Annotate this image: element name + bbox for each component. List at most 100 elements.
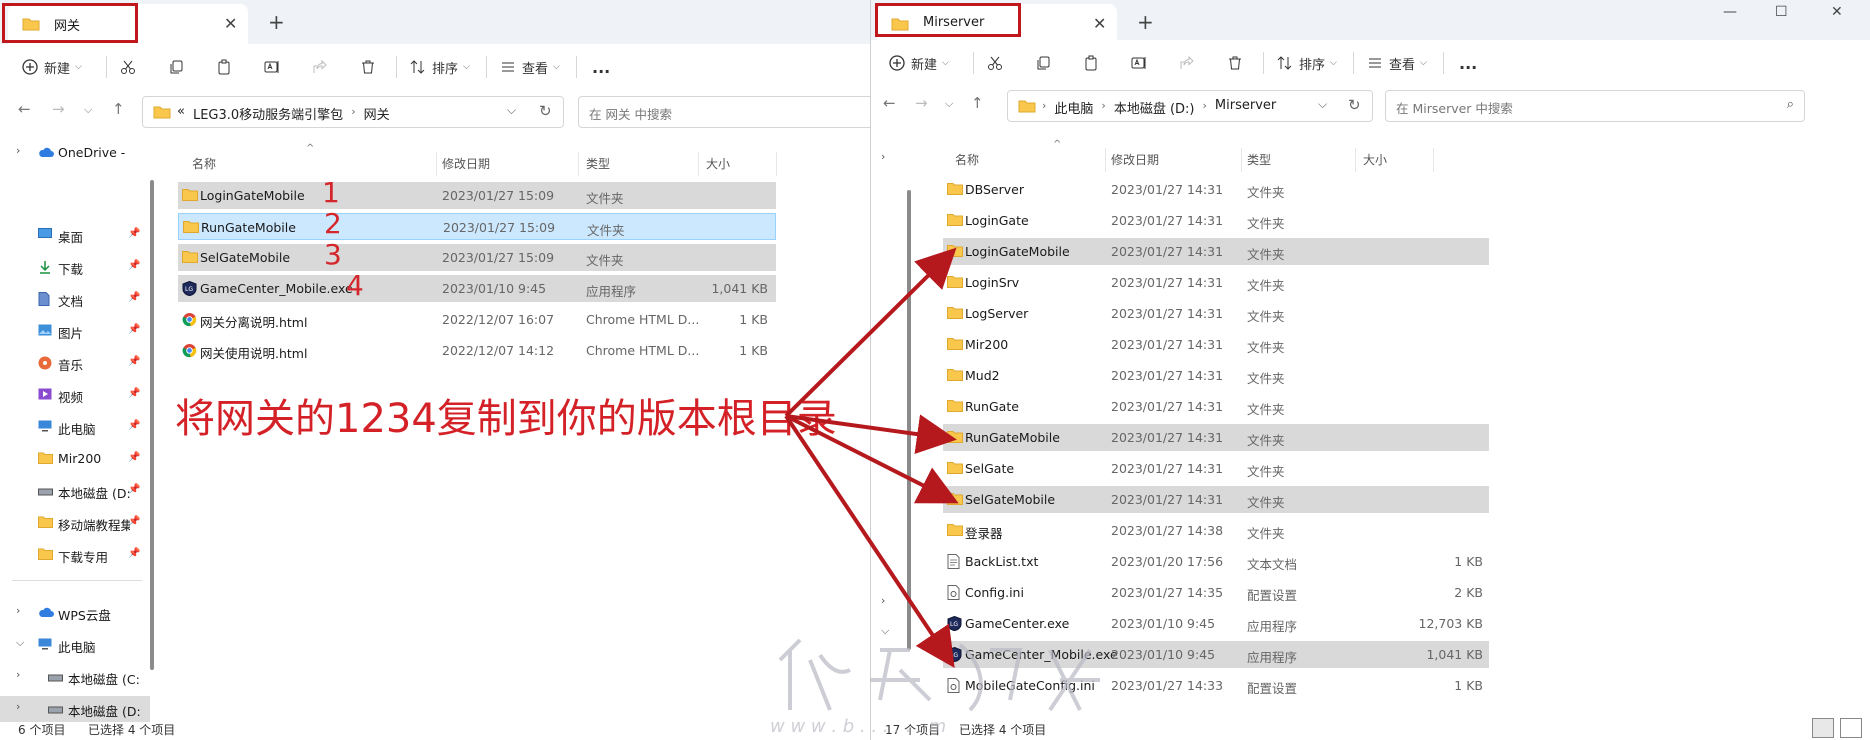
sidebar-item[interactable]: 图片 📌 — [0, 318, 150, 344]
up-arrow-icon[interactable]: ↑ — [112, 100, 125, 118]
file-row[interactable]: SelGateMobile 2023/01/27 14:31 文件夹 — [943, 486, 1489, 513]
recent-chevron-icon[interactable]: ⌵ — [945, 97, 953, 111]
file-row[interactable]: LG GameCenter_Mobile.exe 2023/01/10 9:45 应用… — [178, 275, 776, 302]
file-row[interactable]: LogServer 2023/01/27 14:31 文件夹 — [943, 300, 1489, 327]
copy-button[interactable] — [168, 54, 184, 80]
sidebar-item[interactable]: 视频 📌 — [0, 382, 150, 408]
chevron-right-icon[interactable]: › — [16, 604, 20, 617]
breadcrumb-item[interactable]: 此电脑 — [1054, 98, 1093, 117]
copy-button[interactable] — [1035, 50, 1051, 76]
file-row[interactable]: BackList.txt 2023/01/20 17:56 文本文档 1 KB — [943, 548, 1489, 575]
sidebar-item[interactable]: 移动端教程集 📌 — [0, 510, 150, 536]
address-bar[interactable]: « LEG3.0移动服务端引擎包 › 网关 ⌵ ↻ — [142, 96, 564, 128]
file-row[interactable]: SelGateMobile 2023/01/27 15:09 文件夹 — [178, 244, 776, 271]
refresh-icon[interactable]: ↻ — [539, 102, 552, 120]
sidebar-item[interactable]: 音乐 📌 — [0, 350, 150, 376]
sidebar-item[interactable]: ⌵ 此电脑 — [0, 632, 150, 658]
sidebar-item[interactable]: 本地磁盘 (D: 📌 — [0, 478, 150, 504]
file-row[interactable]: 网关分离说明.html 2022/12/07 16:07 Chrome HTML D… — [178, 306, 776, 333]
maximize-icon[interactable]: ☐ — [1775, 4, 1788, 20]
up-arrow-icon[interactable]: ↑ — [971, 94, 984, 112]
sidebar-scrollbar[interactable] — [150, 180, 154, 670]
breadcrumb-item[interactable]: LEG3.0移动服务端引擎包 — [193, 104, 343, 123]
file-row[interactable]: LoginGate 2023/01/27 14:31 文件夹 — [943, 207, 1489, 234]
file-row[interactable]: 登录器 2023/01/27 14:38 文件夹 — [943, 517, 1489, 544]
chevron-down-icon[interactable]: ⌵ — [881, 624, 889, 638]
file-row[interactable]: MobileGateConfig.ini 2023/01/27 14:33 配置设置… — [943, 672, 1489, 699]
breadcrumb-item[interactable]: 本地磁盘 (D:) — [1114, 98, 1195, 117]
close-icon[interactable]: ✕ — [1093, 14, 1106, 33]
file-row[interactable]: LG GameCenter_Mobile.exe 2023/01/10 9:45 应用… — [943, 641, 1489, 668]
delete-button[interactable] — [1227, 50, 1243, 76]
file-row[interactable]: RunGateMobile 2023/01/27 15:09 文件夹 — [178, 213, 776, 240]
chevron-right-icon[interactable]: › — [16, 144, 20, 157]
tiles-view-icon[interactable] — [1840, 718, 1862, 738]
new-tab-button[interactable]: + — [1137, 12, 1154, 32]
new-button[interactable]: 新建 ⌵ — [22, 54, 82, 80]
share-button[interactable] — [1179, 50, 1195, 76]
sidebar-item[interactable]: Mir200 📌 — [0, 446, 150, 472]
sidebar-scrollbar[interactable] — [907, 190, 911, 650]
file-row[interactable]: LoginGateMobile 2023/01/27 14:31 文件夹 — [943, 238, 1489, 265]
recent-chevron-icon[interactable]: ⌵ — [84, 103, 92, 117]
address-bar[interactable]: › 此电脑 › 本地磁盘 (D:) › Mirserver ⌵ ↻ — [1007, 90, 1373, 122]
file-row[interactable]: LoginGateMobile 2023/01/27 15:09 文件夹 — [178, 182, 776, 209]
file-row[interactable]: Mir200 2023/01/27 14:31 文件夹 — [943, 331, 1489, 358]
view-button[interactable]: 查看 ⌵ — [1367, 50, 1427, 76]
file-row[interactable]: RunGateMobile 2023/01/27 14:31 文件夹 — [943, 424, 1489, 451]
rename-button[interactable] — [264, 54, 280, 80]
file-row[interactable]: SelGate 2023/01/27 14:31 文件夹 — [943, 455, 1489, 482]
file-row[interactable]: DBServer 2023/01/27 14:31 文件夹 — [943, 176, 1489, 203]
sidebar-item[interactable]: › OneDrive - Per — [0, 140, 150, 166]
close-icon[interactable]: ✕ — [224, 14, 237, 33]
back-arrow-icon[interactable]: ← — [18, 100, 31, 118]
column-type[interactable]: 类型 — [586, 155, 610, 172]
chevron-right-icon[interactable]: › — [16, 700, 20, 713]
column-date[interactable]: 修改日期 — [442, 155, 490, 172]
share-button[interactable] — [312, 54, 328, 80]
paste-button[interactable] — [1083, 50, 1099, 76]
more-button[interactable]: ... — [1459, 50, 1477, 76]
new-tab-button[interactable]: + — [268, 12, 285, 32]
sidebar-item[interactable]: › 本地磁盘 (C:) — [0, 664, 150, 690]
forward-arrow-icon[interactable]: → — [915, 94, 928, 112]
more-button[interactable]: ... — [592, 54, 610, 80]
minimize-icon[interactable]: — — [1723, 4, 1737, 20]
column-size[interactable]: 大小 — [1363, 151, 1387, 168]
column-name[interactable]: 名称 — [192, 155, 216, 172]
cut-button[interactable] — [120, 54, 136, 80]
file-row[interactable]: 网关使用说明.html 2022/12/07 14:12 Chrome HTML D… — [178, 337, 776, 364]
file-row[interactable]: LoginSrv 2023/01/27 14:31 文件夹 — [943, 269, 1489, 296]
paste-button[interactable] — [216, 54, 232, 80]
column-type[interactable]: 类型 — [1247, 151, 1271, 168]
file-row[interactable]: Mud2 2023/01/27 14:31 文件夹 — [943, 362, 1489, 389]
search-input[interactable]: 在 网关 中搜索 — [578, 96, 870, 128]
sidebar-item[interactable]: 下载专用 📌 — [0, 542, 150, 568]
chevron-down-icon[interactable]: ⌵ — [16, 636, 24, 650]
delete-button[interactable] — [360, 54, 376, 80]
sidebar-item[interactable]: 桌面 📌 — [0, 222, 150, 248]
search-input[interactable]: 在 Mirserver 中搜索 ⌕ — [1385, 90, 1805, 122]
chevron-right-icon[interactable]: › — [881, 150, 885, 163]
view-button[interactable]: 查看 ⌵ — [500, 54, 560, 80]
sidebar-item[interactable]: › WPS云盘 — [0, 600, 150, 626]
breadcrumb-item[interactable]: 网关 — [364, 104, 390, 123]
details-view-icon[interactable] — [1812, 718, 1834, 738]
cut-button[interactable] — [987, 50, 1003, 76]
back-arrow-icon[interactable]: ← — [883, 94, 896, 112]
sort-button[interactable]: 排序 ⌵ — [410, 54, 470, 80]
file-row[interactable]: LG GameCenter.exe 2023/01/10 9:45 应用程序 12,70… — [943, 610, 1489, 637]
column-name[interactable]: 名称 — [955, 151, 979, 168]
chevron-right-icon[interactable]: › — [16, 668, 20, 681]
forward-arrow-icon[interactable]: → — [52, 100, 65, 118]
sidebar-item[interactable]: 下载 📌 — [0, 254, 150, 280]
chevron-down-icon[interactable]: ⌵ — [507, 103, 516, 118]
new-button[interactable]: 新建 ⌵ — [889, 50, 949, 76]
column-size[interactable]: 大小 — [706, 155, 730, 172]
sidebar-item[interactable]: 文档 📌 — [0, 286, 150, 312]
sort-button[interactable]: 排序 ⌵ — [1277, 50, 1337, 76]
breadcrumb-item[interactable]: Mirserver — [1215, 98, 1276, 117]
column-date[interactable]: 修改日期 — [1111, 151, 1159, 168]
sidebar-item[interactable]: 此电脑 📌 — [0, 414, 150, 440]
rename-button[interactable] — [1131, 50, 1147, 76]
